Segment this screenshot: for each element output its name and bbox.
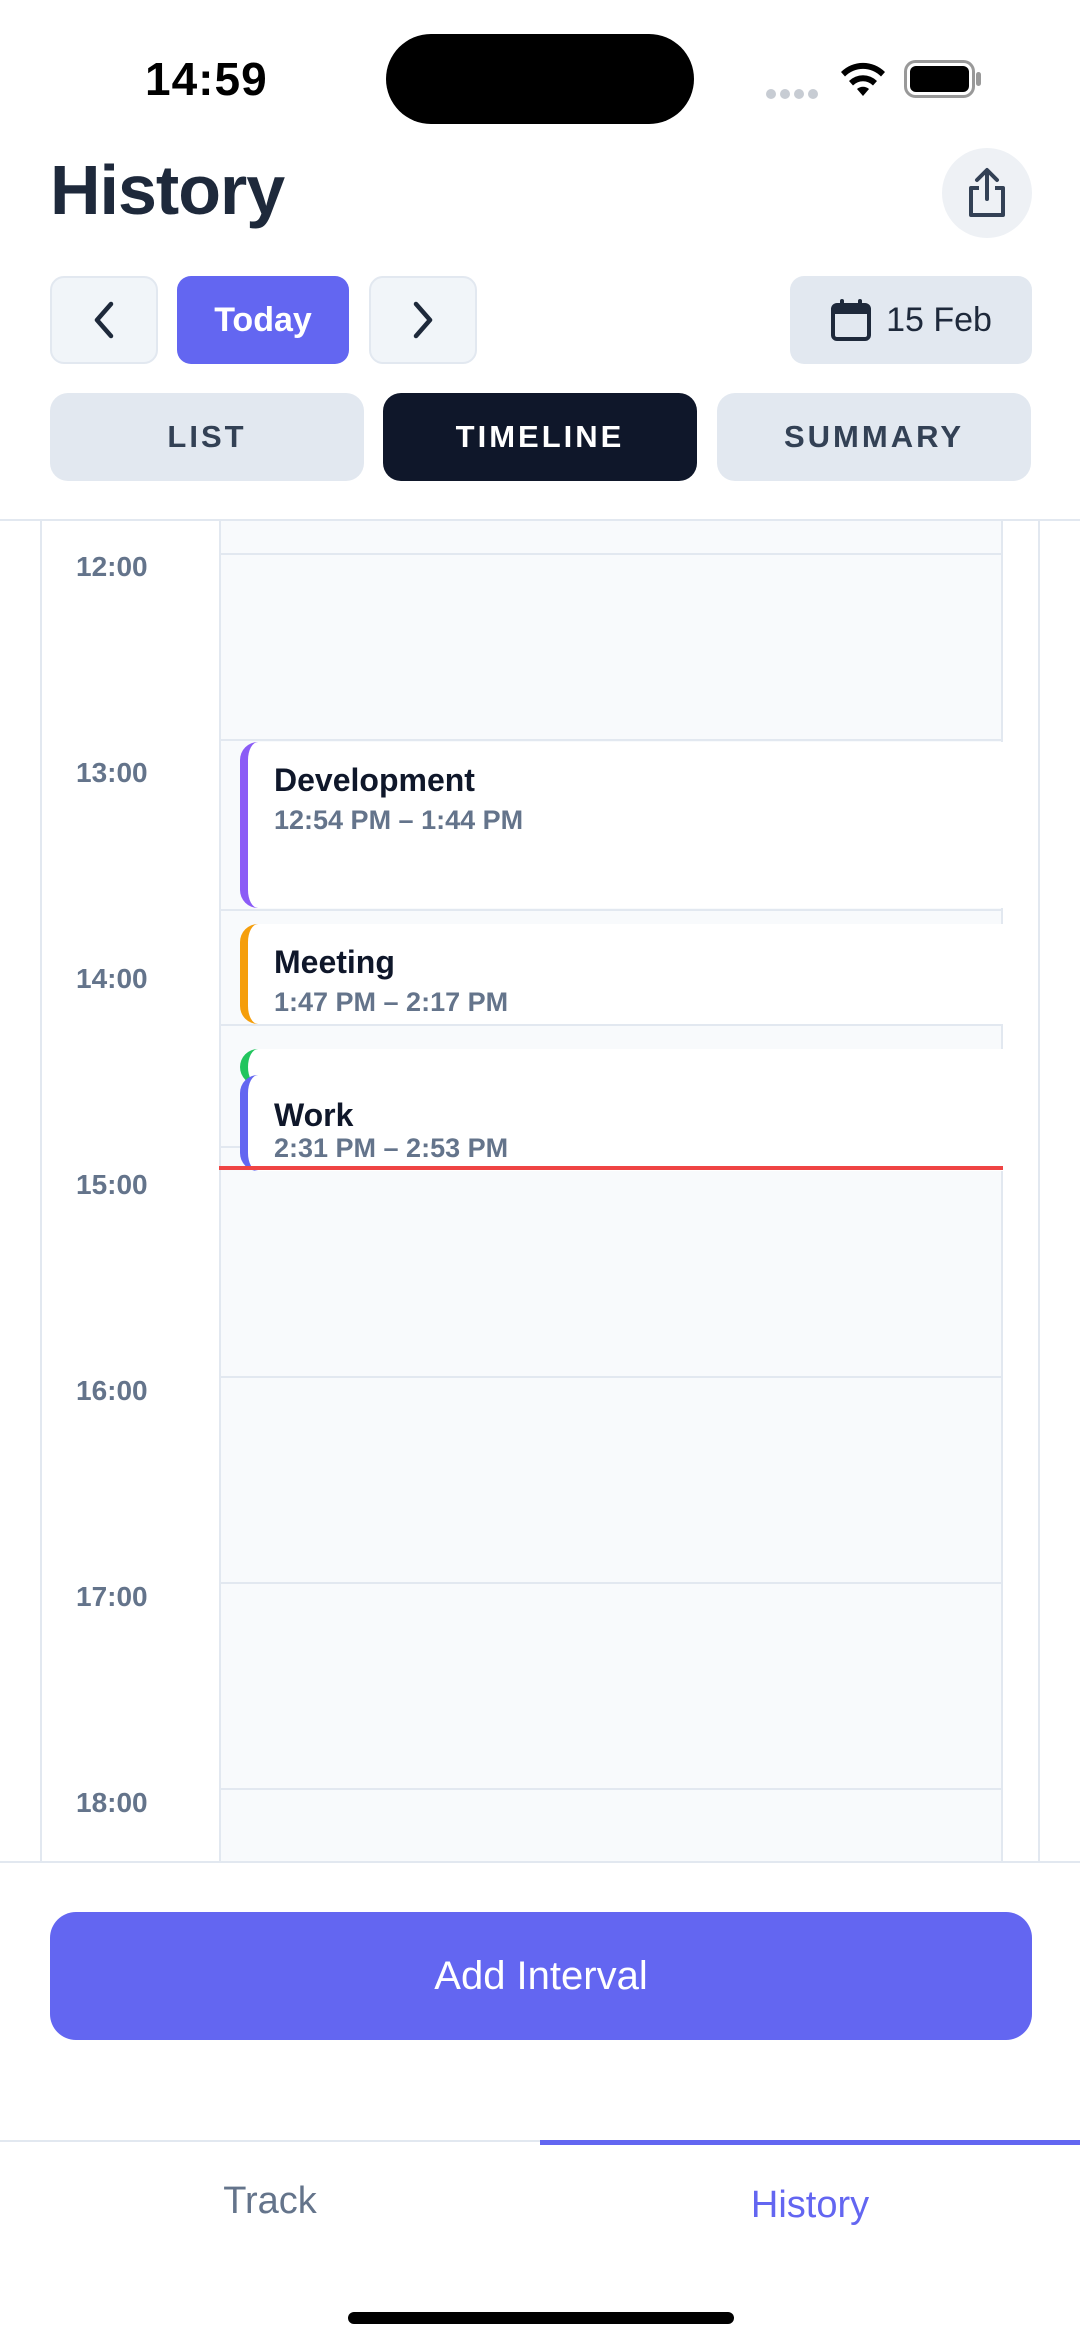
hour-line <box>219 909 1003 911</box>
status-time: 14:59 <box>145 53 268 105</box>
date-picker-button[interactable]: 15 Feb <box>790 276 1032 364</box>
tab-summary[interactable]: SUMMARY <box>717 393 1031 481</box>
timeline-grid <box>219 521 1003 1861</box>
page-title: History <box>50 151 285 229</box>
tab-list[interactable]: LIST <box>50 393 364 481</box>
event-development[interactable]: Development 12:54 PM – 1:44 PM <box>240 742 1003 908</box>
home-indicator <box>348 2312 734 2324</box>
event-time: 2:31 PM – 2:53 PM <box>274 1133 509 1163</box>
status-bar: 14:59 <box>0 0 1080 150</box>
hour-label: 13:00 <box>76 757 148 788</box>
tab-history[interactable]: History <box>540 2184 1080 2227</box>
add-interval-button[interactable]: Add Interval <box>50 1912 1032 2040</box>
previous-day-button[interactable] <box>50 276 158 364</box>
hour-label: 16:00 <box>76 1375 148 1406</box>
event-name: Meeting <box>274 944 395 980</box>
hour-label: 18:00 <box>76 1787 148 1818</box>
event-name: Development <box>274 762 475 798</box>
event-work[interactable]: Work 2:31 PM – 2:53 PM <box>240 1075 1003 1171</box>
chevron-left-icon <box>94 301 114 339</box>
timeline-view[interactable]: 12:00 13:00 14:00 15:00 16:00 17:00 18:0… <box>0 521 1080 1861</box>
hour-line <box>219 553 1003 555</box>
share-button[interactable] <box>942 148 1032 238</box>
hour-line <box>219 1376 1003 1378</box>
chevron-right-icon <box>413 301 433 339</box>
event-time: 12:54 PM – 1:44 PM <box>274 805 524 835</box>
hour-label: 17:00 <box>76 1581 148 1612</box>
hour-line <box>219 1024 1003 1026</box>
current-time-indicator <box>219 1166 1003 1170</box>
tab-track[interactable]: Track <box>0 2180 540 2223</box>
event-name: Work <box>274 1097 354 1133</box>
today-button[interactable]: Today <box>177 276 349 364</box>
next-day-button[interactable] <box>369 276 477 364</box>
tab-timeline[interactable]: TIMELINE <box>383 393 697 481</box>
hour-label: 15:00 <box>76 1169 148 1200</box>
battery-icon <box>904 60 981 98</box>
share-icon <box>969 168 1005 217</box>
active-tab-indicator <box>540 2140 1080 2145</box>
hour-label: 14:00 <box>76 963 148 994</box>
wifi-icon <box>841 62 885 96</box>
event-time: 1:47 PM – 2:17 PM <box>274 987 509 1017</box>
calendar-icon <box>831 299 872 341</box>
event-meeting[interactable]: Meeting 1:47 PM – 2:17 PM <box>240 924 1003 1024</box>
cellular-signal-icon <box>766 86 822 104</box>
dynamic-island <box>386 34 694 124</box>
hour-line <box>219 1582 1003 1584</box>
hour-line <box>219 739 1003 741</box>
selected-date: 15 Feb <box>886 300 992 339</box>
hour-label: 12:00 <box>76 551 148 582</box>
divider <box>0 1861 1080 1863</box>
hour-line <box>219 1788 1003 1790</box>
